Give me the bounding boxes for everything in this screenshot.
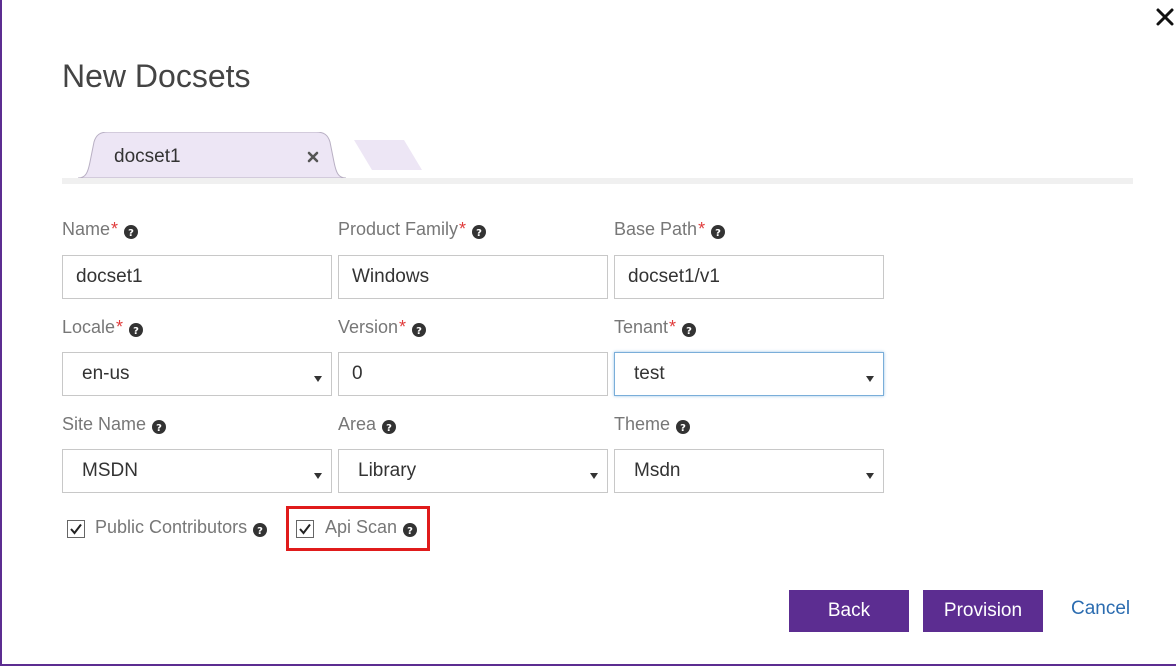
tab-label: docset1: [114, 146, 181, 167]
tenant-value: test: [634, 363, 665, 384]
dropdown-arrow-icon: [313, 368, 323, 382]
tenant-label-text: Tenant: [614, 317, 669, 337]
back-button[interactable]: Back: [789, 590, 909, 632]
svg-text:?: ?: [156, 423, 162, 434]
area-select[interactable]: Library: [338, 449, 608, 493]
svg-text:?: ?: [133, 326, 139, 337]
area-label-text: Area: [338, 414, 377, 434]
api-scan-highlight: [286, 506, 430, 551]
new-docsets-dialog: New Docsets docset1 Name * ? Product Fami…: [0, 0, 1176, 666]
svg-text:?: ?: [128, 228, 134, 239]
product-family-label: Product Family * ?: [338, 219, 487, 240]
dropdown-arrow-icon: [865, 465, 875, 479]
required-mark: *: [111, 219, 119, 239]
dialog-left-border: [0, 0, 2, 666]
svg-text:?: ?: [416, 326, 422, 337]
help-icon[interactable]: ?: [676, 418, 691, 434]
svg-text:?: ?: [686, 326, 692, 337]
name-input[interactable]: docset1: [62, 255, 332, 299]
locale-label: Locale * ?: [62, 317, 144, 338]
theme-value: Msdn: [634, 460, 681, 481]
dropdown-arrow-icon: [313, 465, 323, 479]
version-input[interactable]: 0: [338, 352, 608, 396]
base-path-input[interactable]: docset1/v1: [614, 255, 884, 299]
svg-text:?: ?: [476, 228, 482, 239]
theme-label: Theme ?: [614, 414, 691, 435]
public-contributors-label-text: Public Contributors: [95, 517, 248, 537]
base-path-label-text: Base Path: [614, 219, 698, 239]
theme-select[interactable]: Msdn: [614, 449, 884, 493]
tenant-label: Tenant * ?: [614, 317, 697, 338]
help-icon[interactable]: ?: [124, 223, 139, 239]
add-tab-button[interactable]: [354, 140, 424, 172]
product-family-label-text: Product Family: [338, 219, 459, 239]
help-icon[interactable]: ?: [682, 321, 697, 337]
help-icon[interactable]: ?: [253, 521, 268, 537]
site-name-value: MSDN: [82, 460, 138, 481]
area-label: Area ?: [338, 414, 397, 435]
tab-strip: [62, 178, 1133, 184]
close-icon[interactable]: [1154, 6, 1176, 28]
svg-text:?: ?: [715, 228, 721, 239]
name-label: Name * ?: [62, 219, 139, 240]
site-name-select[interactable]: MSDN: [62, 449, 332, 493]
svg-text:?: ?: [680, 423, 686, 434]
required-mark: *: [669, 317, 677, 337]
svg-text:?: ?: [386, 423, 392, 434]
public-contributors-label: Public Contributors ?: [95, 517, 268, 538]
site-name-label: Site Name ?: [62, 414, 167, 435]
svg-text:?: ?: [257, 526, 263, 537]
version-label-text: Version: [338, 317, 399, 337]
help-icon[interactable]: ?: [152, 418, 167, 434]
dropdown-arrow-icon: [865, 368, 875, 382]
tab-close-icon[interactable]: [306, 150, 320, 164]
help-icon[interactable]: ?: [472, 223, 487, 239]
dialog-title: New Docsets: [62, 58, 251, 94]
theme-label-text: Theme: [614, 414, 671, 434]
provision-button[interactable]: Provision: [923, 590, 1043, 632]
cancel-link[interactable]: Cancel: [1071, 598, 1130, 620]
site-name-label-text: Site Name: [62, 414, 147, 434]
required-mark: *: [116, 317, 124, 337]
locale-select[interactable]: en-us: [62, 352, 332, 396]
tenant-select[interactable]: test: [614, 352, 884, 396]
tab-docset1[interactable]: docset1: [78, 132, 346, 178]
locale-value: en-us: [82, 363, 130, 384]
required-mark: *: [399, 317, 407, 337]
required-mark: *: [698, 219, 706, 239]
version-label: Version * ?: [338, 317, 427, 338]
public-contributors-checkbox[interactable]: [67, 520, 85, 538]
base-path-label: Base Path * ?: [614, 219, 726, 240]
help-icon[interactable]: ?: [382, 418, 397, 434]
locale-label-text: Locale: [62, 317, 116, 337]
name-label-text: Name: [62, 219, 111, 239]
dropdown-arrow-icon: [589, 465, 599, 479]
required-mark: *: [459, 219, 467, 239]
help-icon[interactable]: ?: [129, 321, 144, 337]
help-icon[interactable]: ?: [412, 321, 427, 337]
product-family-input[interactable]: Windows: [338, 255, 608, 299]
help-icon[interactable]: ?: [711, 223, 726, 239]
area-value: Library: [358, 460, 417, 481]
